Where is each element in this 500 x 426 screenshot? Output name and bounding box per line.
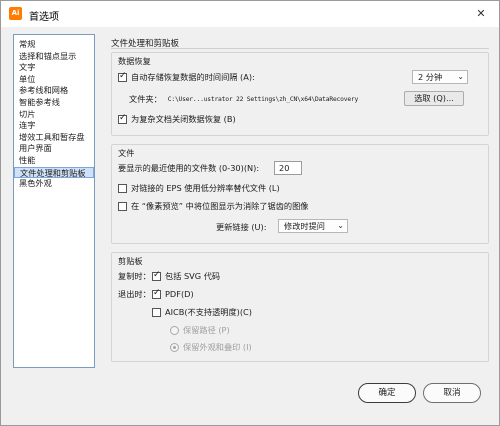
sidebar-item[interactable]: 增效工具和暂存盘 [14,132,94,144]
preserve-path-label: 保留路径 (P) [183,325,230,335]
category-list[interactable]: 常规 选择和锚点显示 文字 单位 参考线和网格 智能参考线 切片 连字 增效工具和暂存盘 用户界面… [13,34,95,368]
on-quit-row: 退出时： PDF(D) [118,288,194,300]
eps-option[interactable]: 对链接的 EPS 使用低分辨率替代文件 (L) [118,182,280,194]
interval-value: 2 分钟 [418,72,443,82]
update-links-row: 更新链接 (U): [216,221,267,233]
sidebar-item[interactable]: 用户界面 [14,143,94,155]
title-bar: Ai 首选项 ✕ [1,1,499,27]
settings-panel: 文件处理和剪贴板 数据恢复 自动存储恢复数据的时间间隔 (A): 2 分钟 ⌄ … [107,32,491,372]
pdf-label: PDF(D) [165,289,194,299]
interval-select[interactable]: 2 分钟 ⌄ [412,70,468,84]
files-group: 文件 要显示的最近使用的文件数 (0-30)(N): 20 对链接的 EPS 使… [111,144,489,244]
section-divider [111,48,489,49]
sidebar-item[interactable]: 智能参考线 [14,97,94,109]
on-quit-label: 退出时： [118,289,151,299]
clipboard-group: 剪贴板 复制时： 包括 SVG 代码 退出时： PDF(D) AICB(不支持透… [111,252,489,362]
copy-as-label: 复制时： [118,271,151,281]
chevron-down-icon: ⌄ [337,221,344,230]
pixel-preview-checkbox[interactable] [118,201,127,211]
autosave-label: 自动存储恢复数据的时间间隔 (A): [131,72,255,82]
data-recovery-group: 数据恢复 自动存储恢复数据的时间间隔 (A): 2 分钟 ⌄ 文件夹： C:\U… [111,52,489,136]
sidebar-item[interactable]: 参考线和网格 [14,85,94,97]
window-title: 首选项 [29,12,59,23]
disable-complex-label: 为复杂文档关闭数据恢复 (B) [131,114,236,124]
aicb-option[interactable]: AICB(不支持透明度)(C) [152,306,252,318]
recent-files-row: 要显示的最近使用的文件数 (0-30)(N): [118,162,259,174]
sidebar-item[interactable]: 选择和锚点显示 [14,51,94,63]
include-svg-checkbox[interactable] [152,270,161,281]
folder-label: 文件夹： [129,94,162,104]
sidebar-item[interactable]: 连字 [14,120,94,132]
update-links-label: 更新链接 (U): [216,222,267,232]
disable-complex-checkbox[interactable] [118,113,127,124]
preserve-appearance-option[interactable]: 保留外观和叠印 (I) [170,341,252,353]
folder-row: 文件夹： C:\User...ustrator 22 Settings\zh_C… [129,93,358,105]
preserve-path-radio[interactable] [170,325,179,335]
recent-files-label: 要显示的最近使用的文件数 (0-30)(N): [118,163,260,173]
clipboard-title: 剪贴板 [118,256,143,266]
preferences-dialog: Ai 首选项 ✕ 常规 选择和锚点显示 文字 单位 参考线和网格 智能参考线 切片 连字 增效工… [0,0,500,426]
folder-path: C:\User...ustrator 22 Settings\zh_CN\x64… [167,95,359,103]
ok-button[interactable]: 确定 [358,383,416,403]
sidebar-item[interactable]: 单位 [14,74,94,86]
files-title: 文件 [118,148,135,158]
recent-files-input[interactable]: 20 [274,161,302,175]
preserve-appearance-radio[interactable] [170,342,179,352]
app-icon: Ai [9,7,22,20]
aicb-label: AICB(不支持透明度)(C) [165,307,252,317]
copy-as-row: 复制时： 包括 SVG 代码 [118,270,220,282]
sidebar-item[interactable]: 切片 [14,109,94,121]
sidebar-item[interactable]: 文件处理和剪贴板 [14,166,94,179]
preserve-path-option[interactable]: 保留路径 (P) [170,324,230,336]
pixel-preview-option[interactable]: 在 “像素预览” 中将位图显示为消除了锯齿的图像 [118,200,308,212]
eps-checkbox[interactable] [118,183,127,193]
chevron-down-icon: ⌄ [457,72,464,81]
sidebar-item[interactable]: 性能 [14,155,94,167]
aicb-checkbox[interactable] [152,307,161,317]
update-links-select[interactable]: 修改时提问 ⌄ [278,219,348,233]
eps-label: 对链接的 EPS 使用低分辨率替代文件 (L) [131,183,280,193]
autosave-checkbox[interactable] [118,71,127,82]
choose-folder-button[interactable]: 选取 (Q)... [404,91,464,106]
sidebar-item[interactable]: 黑色外观 [14,178,94,190]
sidebar-item[interactable]: 文字 [14,62,94,74]
cancel-button[interactable]: 取消 [423,383,481,403]
autosave-option[interactable]: 自动存储恢复数据的时间间隔 (A): [118,71,255,83]
update-links-value: 修改时提问 [284,221,325,231]
data-recovery-title: 数据恢复 [118,56,151,66]
preserve-appearance-label: 保留外观和叠印 (I) [183,342,252,352]
sidebar-item[interactable]: 常规 [14,39,94,51]
disable-complex-option[interactable]: 为复杂文档关闭数据恢复 (B) [118,113,236,125]
include-svg-label: 包括 SVG 代码 [165,271,221,281]
pdf-checkbox[interactable] [152,288,161,299]
pixel-preview-label: 在 “像素预览” 中将位图显示为消除了锯齿的图像 [131,201,309,211]
close-icon[interactable]: ✕ [467,4,495,24]
